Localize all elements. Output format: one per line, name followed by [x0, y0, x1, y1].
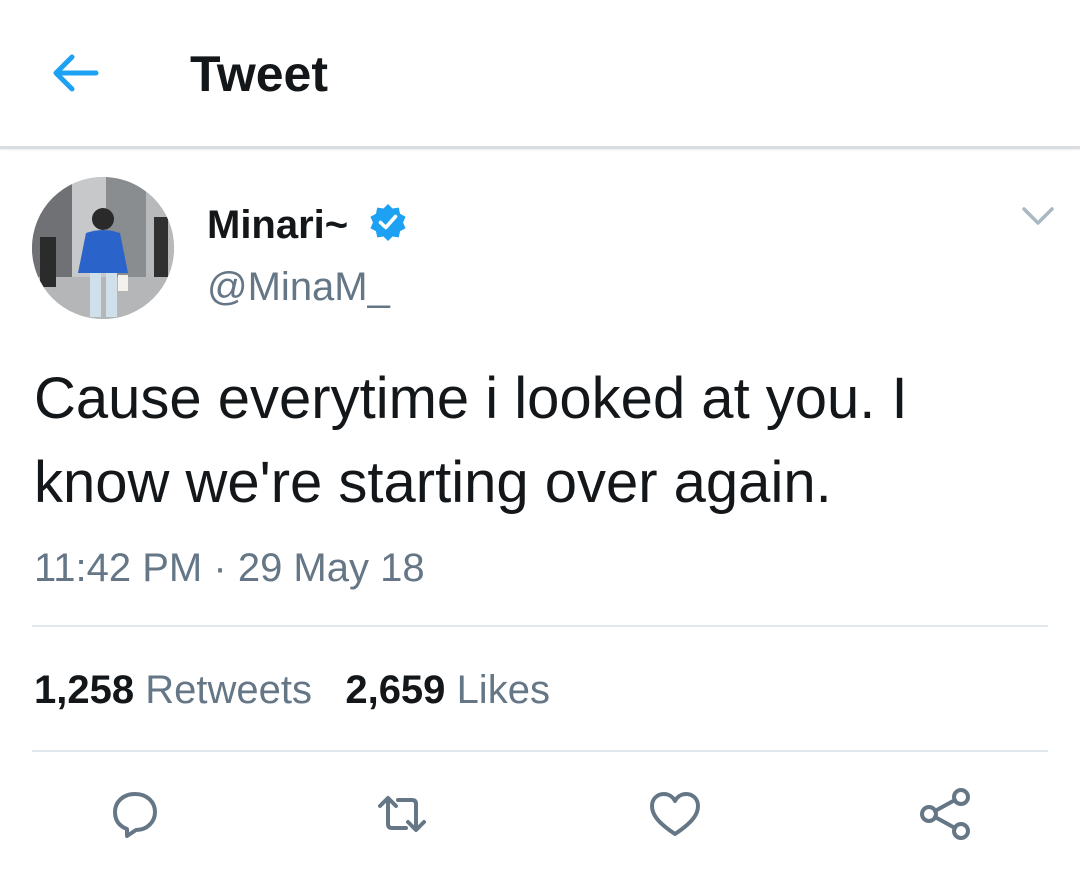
- avatar[interactable]: [32, 177, 174, 319]
- retweets-stat[interactable]: 1,258 Retweets: [34, 668, 312, 712]
- like-icon: [650, 792, 700, 836]
- like-button[interactable]: [647, 786, 703, 842]
- tweet-text: Cause everytime i looked at you. I know …: [34, 366, 908, 515]
- page-title: Tweet: [190, 46, 328, 102]
- retweets-count: 1,258: [34, 668, 135, 712]
- retweet-icon: [378, 796, 426, 832]
- more-options-button[interactable]: [1018, 200, 1058, 232]
- share-button[interactable]: [917, 786, 973, 842]
- divider: [32, 750, 1048, 752]
- reply-button[interactable]: [107, 786, 163, 842]
- avatar-photo: [32, 177, 174, 319]
- back-button[interactable]: [48, 50, 104, 96]
- verified-badge-icon: [370, 204, 406, 241]
- author-handle[interactable]: @MinaM_: [207, 262, 390, 312]
- tweet-timestamp: 11:42 PM · 29 May 18: [34, 544, 425, 592]
- top-app-bar: Tweet: [0, 0, 1080, 149]
- author-display-name[interactable]: Minari~: [207, 200, 348, 250]
- likes-label: Likes: [456, 668, 550, 712]
- arrow-left-icon: [53, 54, 99, 92]
- divider: [32, 625, 1048, 627]
- tweet-time: 11:42 PM: [34, 546, 203, 590]
- tweet-stats: 1,258 Retweets 2,659 Likes: [34, 666, 550, 714]
- likes-count: 2,659: [345, 668, 446, 712]
- reply-icon: [113, 792, 157, 838]
- tweet-date: 29 May 18: [237, 546, 425, 590]
- retweets-label: Retweets: [145, 668, 312, 712]
- timestamp-separator: ·: [213, 546, 227, 590]
- chevron-down-icon: [1022, 207, 1054, 225]
- likes-stat[interactable]: 2,659 Likes: [345, 668, 550, 712]
- share-icon: [920, 788, 970, 840]
- retweet-button[interactable]: [374, 786, 430, 842]
